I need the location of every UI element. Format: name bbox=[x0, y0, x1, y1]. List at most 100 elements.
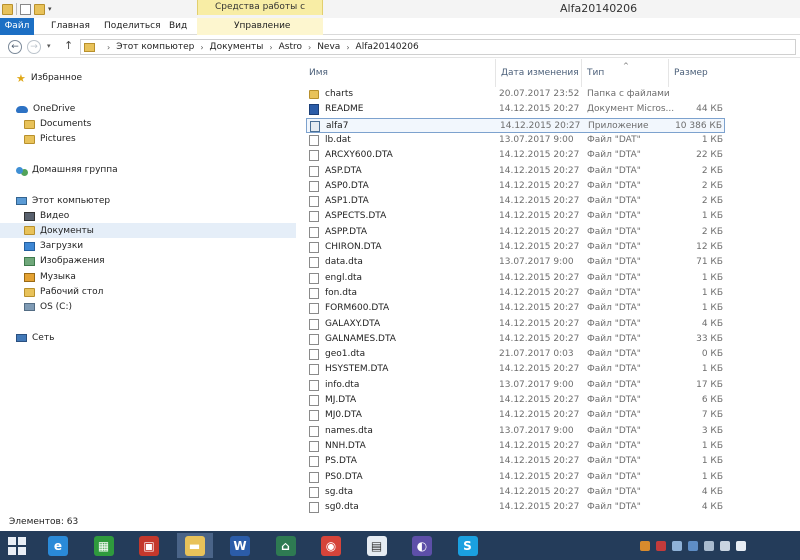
chevron-right-icon[interactable]: › bbox=[346, 43, 349, 52]
file-icon bbox=[309, 196, 319, 208]
taskbar-button[interactable]: e bbox=[40, 533, 76, 558]
file-row[interactable]: PS0.DTA 14.12.2015 20:27 Файл "DTA" 1 КБ bbox=[306, 470, 725, 485]
start-button[interactable] bbox=[8, 537, 26, 555]
file-name: ASP1.DTA bbox=[325, 196, 369, 207]
volume-icon[interactable] bbox=[720, 540, 730, 551]
video-folder-icon bbox=[24, 211, 35, 221]
file-row[interactable]: alfa7 14.12.2015 20:27 Приложение 10 386 КБ bbox=[306, 117, 725, 133]
nav-homegroup[interactable]: Домашняя группа bbox=[16, 163, 118, 177]
tray-app-icon[interactable] bbox=[656, 540, 666, 551]
file-row[interactable]: GALAXY.DTA 14.12.2015 20:27 Файл "DTA" 4 КБ bbox=[306, 317, 725, 332]
file-row[interactable]: MJ.DTA 14.12.2015 20:27 Файл "DTA" 6 КБ bbox=[306, 393, 725, 408]
tab-share[interactable]: Поделиться bbox=[104, 18, 161, 35]
taskbar-button[interactable]: ▬ bbox=[176, 533, 213, 558]
recent-locations-dropdown[interactable]: ▾ bbox=[47, 42, 51, 50]
breadcrumb-item[interactable]: Astro bbox=[279, 42, 302, 52]
nav-downloads[interactable]: Загрузки bbox=[24, 239, 83, 253]
nav-pictures[interactable]: Изображения bbox=[24, 254, 105, 268]
back-button[interactable]: ← bbox=[8, 40, 22, 54]
image-viewer-icon: ▤ bbox=[366, 535, 387, 556]
chevron-right-icon[interactable]: › bbox=[269, 43, 272, 52]
network-tray-icon[interactable] bbox=[704, 540, 714, 551]
file-date: 14.12.2015 20:27 bbox=[499, 104, 580, 115]
up-button[interactable]: ↑ bbox=[64, 39, 73, 52]
file-row[interactable]: ASP1.DTA 14.12.2015 20:27 Файл "DTA" 2 КБ bbox=[306, 194, 725, 209]
file-row[interactable]: README 14.12.2015 20:27 Документ Micros...… bbox=[306, 102, 725, 117]
breadcrumb[interactable]: › Этот компьютер › Документы › Astro › N… bbox=[80, 39, 796, 55]
tab-file[interactable]: Файл bbox=[0, 18, 34, 35]
taskbar-button[interactable]: ⌂ bbox=[268, 533, 304, 558]
taskbar-button[interactable]: S bbox=[450, 533, 486, 558]
taskbar-button[interactable]: W bbox=[222, 533, 258, 558]
file-row[interactable]: ASPECTS.DTA 14.12.2015 20:27 Файл "DTA" 1 К… bbox=[306, 209, 725, 224]
file-row[interactable]: ASP.DTA 14.12.2015 20:27 Файл "DTA" 2 КБ bbox=[306, 164, 725, 179]
column-header-date[interactable]: Дата изменения bbox=[496, 59, 582, 87]
chevron-right-icon[interactable]: › bbox=[200, 43, 203, 52]
breadcrumb-item[interactable]: Документы bbox=[210, 42, 264, 52]
nav-onedrive-documents[interactable]: Documents bbox=[24, 117, 91, 131]
taskbar-button[interactable]: ▤ bbox=[359, 533, 395, 558]
file-row[interactable]: data.dta 13.07.2017 9:00 Файл "DTA" 71 КБ bbox=[306, 255, 725, 270]
file-row[interactable]: ARCXY600.DTA 14.12.2015 20:27 Файл "DTA" 22… bbox=[306, 148, 725, 163]
file-row[interactable]: info.dta 13.07.2017 9:00 Файл "DTA" 17 КБ bbox=[306, 378, 725, 393]
file-row[interactable]: charts 20.07.2017 23:52 Папка с файлами bbox=[306, 87, 725, 102]
file-name: data.dta bbox=[325, 257, 363, 268]
nav-music[interactable]: Музыка bbox=[24, 270, 76, 284]
file-row[interactable]: NNH.DTA 14.12.2015 20:27 Файл "DTA" 1 КБ bbox=[306, 439, 725, 454]
nav-documents[interactable]: Документы bbox=[0, 223, 296, 238]
forward-button[interactable]: → bbox=[27, 40, 41, 54]
breadcrumb-item[interactable]: Alfa20140206 bbox=[356, 42, 419, 52]
file-row[interactable]: ASPP.DTA 14.12.2015 20:27 Файл "DTA" 2 КБ bbox=[306, 225, 725, 240]
file-row[interactable]: GALNAMES.DTA 14.12.2015 20:27 Файл "DTA" 33… bbox=[306, 332, 725, 347]
nav-onedrive[interactable]: OneDrive bbox=[16, 102, 75, 116]
file-row[interactable]: sg0.dta 14.12.2015 20:27 Файл "DTA" 4 КБ bbox=[306, 500, 725, 515]
tray-app-icon[interactable] bbox=[640, 540, 650, 551]
file-row[interactable]: geo1.dta 21.07.2017 0:03 Файл "DTA" 0 КБ bbox=[306, 347, 725, 362]
column-header-type[interactable]: Тип bbox=[582, 59, 669, 87]
column-header-size[interactable]: Размер bbox=[669, 59, 729, 87]
nav-desktop[interactable]: Рабочий стол bbox=[24, 285, 103, 299]
file-row[interactable]: names.dta 13.07.2017 9:00 Файл "DTA" 3 КБ bbox=[306, 424, 725, 439]
nav-this-pc[interactable]: Этот компьютер bbox=[16, 194, 110, 208]
file-icon bbox=[309, 502, 319, 514]
file-row[interactable]: CHIRON.DTA 14.12.2015 20:27 Файл "DTA" 12 К… bbox=[306, 240, 725, 255]
file-row[interactable]: MJ0.DTA 14.12.2015 20:27 Файл "DTA" 7 КБ bbox=[306, 408, 725, 423]
file-row[interactable]: sg.dta 14.12.2015 20:27 Файл "DTA" 4 КБ bbox=[306, 485, 725, 500]
file-type: Приложение bbox=[588, 120, 649, 131]
pictures-folder-icon bbox=[24, 256, 35, 266]
nav-videos[interactable]: Видео bbox=[24, 209, 69, 223]
taskbar-button[interactable]: ◐ bbox=[404, 533, 440, 558]
tray-app-icon[interactable] bbox=[672, 540, 682, 551]
tab-home[interactable]: Главная bbox=[51, 18, 90, 35]
taskbar-button[interactable]: ▦ bbox=[86, 533, 122, 558]
folder-icon bbox=[309, 90, 319, 99]
chevron-right-icon[interactable]: › bbox=[107, 43, 110, 52]
column-header-name[interactable]: Имя bbox=[304, 59, 496, 87]
new-folder-icon[interactable] bbox=[34, 3, 45, 15]
file-row[interactable]: PS.DTA 14.12.2015 20:27 Файл "DTA" 1 КБ bbox=[306, 454, 725, 469]
tab-manage[interactable]: Управление bbox=[234, 18, 290, 35]
file-row[interactable]: ASP0.DTA 14.12.2015 20:27 Файл "DTA" 2 КБ bbox=[306, 179, 725, 194]
nav-drive-c[interactable]: OS (C:) bbox=[24, 300, 72, 314]
file-size: 2 КБ bbox=[701, 180, 723, 191]
taskbar-button[interactable]: ◉ bbox=[313, 533, 349, 558]
nav-favorites[interactable]: ★ Избранное bbox=[16, 71, 82, 85]
file-row[interactable]: engl.dta 14.12.2015 20:27 Файл "DTA" 1 КБ bbox=[306, 271, 725, 286]
file-row[interactable]: lb.dat 13.07.2017 9:00 Файл "DAT" 1 КБ bbox=[306, 133, 725, 148]
nav-network[interactable]: Сеть bbox=[16, 331, 54, 345]
chevron-right-icon[interactable]: › bbox=[308, 43, 311, 52]
nav-onedrive-pictures[interactable]: Pictures bbox=[24, 132, 76, 146]
properties-icon[interactable] bbox=[20, 3, 31, 15]
windows-logo-icon bbox=[18, 537, 26, 545]
chevron-down-icon[interactable]: ▾ bbox=[48, 5, 52, 13]
breadcrumb-item[interactable]: Neva bbox=[317, 42, 340, 52]
breadcrumb-item[interactable]: Этот компьютер bbox=[116, 42, 194, 52]
file-row[interactable]: HSYSTEM.DTA 14.12.2015 20:27 Файл "DTA" 1 К… bbox=[306, 362, 725, 377]
bluetooth-icon[interactable] bbox=[688, 540, 698, 551]
file-row[interactable]: fon.dta 14.12.2015 20:27 Файл "DTA" 1 КБ bbox=[306, 286, 725, 301]
file-row[interactable]: FORM600.DTA 14.12.2015 20:27 Файл "DTA" 1 К… bbox=[306, 301, 725, 316]
tab-view[interactable]: Вид bbox=[169, 18, 187, 35]
nav-item-label: Сеть bbox=[32, 333, 55, 343]
language-indicator-icon[interactable] bbox=[736, 540, 746, 551]
taskbar-button[interactable]: ▣ bbox=[131, 533, 167, 558]
